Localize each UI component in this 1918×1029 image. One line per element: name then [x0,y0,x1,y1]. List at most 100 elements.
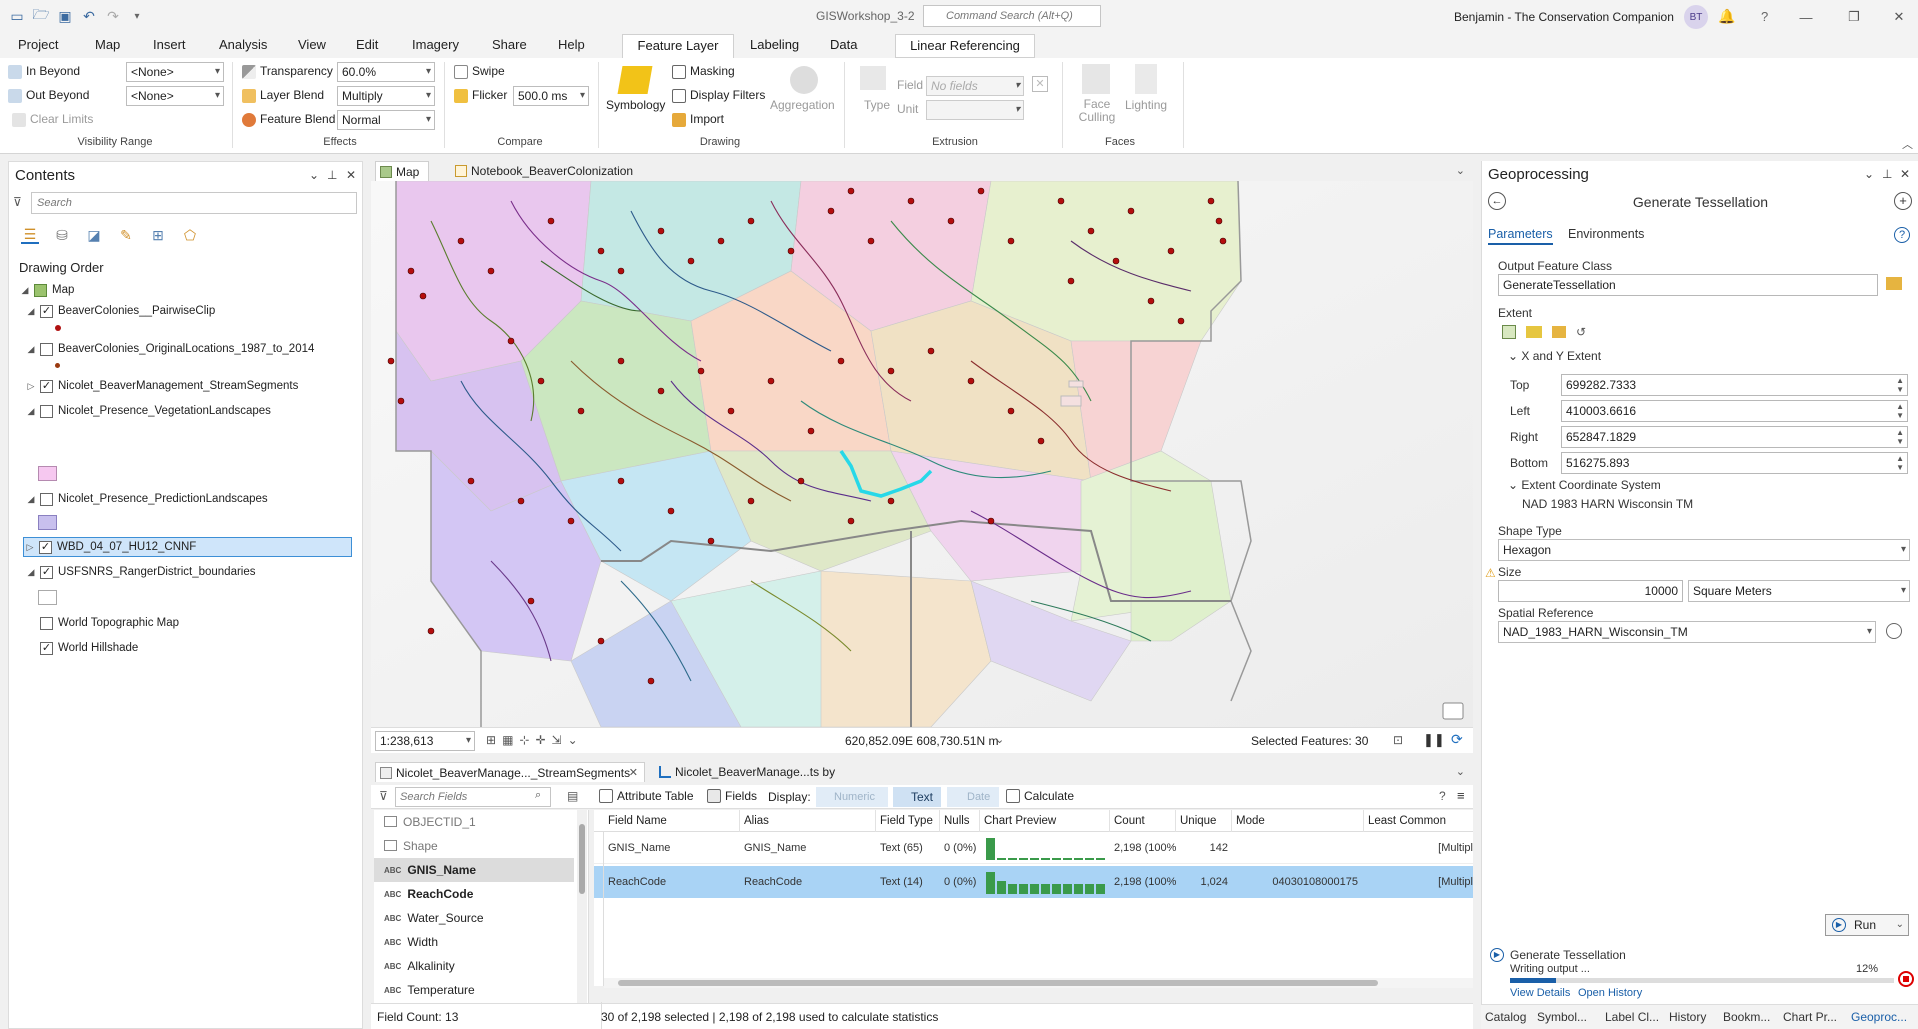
col-header-count[interactable]: Count [1110,810,1176,832]
pin-icon[interactable]: ⊥ [327,168,337,182]
pin-icon[interactable]: ⊥ [1882,167,1892,181]
snap-icon[interactable]: ⊹ [519,733,529,747]
drawing-order-icon[interactable]: ☰ [21,226,39,244]
help-icon[interactable]: ? [1439,789,1446,803]
extrusion-type-button[interactable]: Type [864,98,890,112]
tab-analysis[interactable]: Analysis [213,34,273,58]
new-project-icon[interactable]: ▭ [8,7,26,25]
contents-search-input[interactable]: Search [31,192,357,214]
symbology-button[interactable]: Symbology [606,98,665,112]
date-toggle[interactable]: Date [947,787,999,807]
tab-reachcode-chart[interactable]: Nicolet_BeaverManage...ts by ReachCode [655,762,895,799]
reset-extent-icon[interactable]: ↺ [1576,325,1586,339]
pan-icon[interactable]: ✛ [535,733,545,747]
in-beyond-button[interactable]: In Beyond [8,64,80,79]
extrusion-field-select[interactable]: No fields [926,76,1024,96]
layer-extent-icon[interactable] [1526,326,1542,338]
help-icon[interactable]: ? [1761,9,1768,24]
tab-edit[interactable]: Edit [350,34,384,58]
field-list-item[interactable]: ABC ReachCode [374,882,574,906]
tab-label-class[interactable]: Label Cl... [1605,1010,1659,1024]
tab-data[interactable]: Data [824,34,863,58]
customize-toolbar-icon[interactable]: ▾ [128,7,146,25]
field-list-options-icon[interactable]: ▤ [567,789,578,803]
tab-parameters[interactable]: Parameters [1488,227,1553,245]
toc-basemap[interactable]: ✓ World Hillshade [40,638,138,658]
collapse-icon[interactable]: ◢ [25,567,37,578]
collapse-icon[interactable]: ◢ [25,494,37,505]
tab-overflow-icon[interactable]: ⌄ [1456,765,1465,778]
bottom-input[interactable]: 516275.893 ▲ ▼ [1561,452,1908,474]
field-list-item[interactable]: OBJECTID_1 [374,810,574,834]
tab-geoprocessing[interactable]: Geoproc... [1851,1010,1907,1024]
table-row[interactable]: GNIS_Name GNIS_Name Text (65) 0 (0%) 2,1… [594,832,1473,864]
coordinate-format-icon[interactable]: ⌄ [995,733,1004,746]
spinner-icon[interactable]: ▲ ▼ [1896,376,1904,394]
face-culling-button[interactable]: Face Culling [1072,98,1122,124]
toc-layer[interactable]: ◢ BeaverColonies_OriginalLocations_1987_t… [25,339,314,359]
tab-share[interactable]: Share [486,34,533,58]
numeric-toggle[interactable]: Numeric [816,787,888,807]
field-list-item[interactable]: ABC Water_Source [374,906,574,930]
collapse-icon[interactable]: ◢ [19,285,31,296]
table-row-selected[interactable]: ReachCode ReachCode Text (14) 0 (0%) 2,1… [594,866,1473,898]
close-pane-icon[interactable]: ✕ [346,168,356,182]
layer-checkbox[interactable]: ✓ [40,379,53,393]
search-fields-input[interactable]: Search Fields [395,787,551,807]
toc-layer[interactable]: ◢ ✓ BeaverColonies__PairwiseClip [25,301,215,321]
browse-extent-icon[interactable] [1552,326,1566,338]
snapping-icon[interactable]: ⊞ [149,226,167,244]
col-header-chart-preview[interactable]: Chart Preview [980,810,1110,832]
tab-catalog[interactable]: Catalog [1485,1010,1526,1024]
editing-icon[interactable]: ✎ [117,226,135,244]
grid-horizontal-scrollbar[interactable] [604,978,1473,988]
tab-map[interactable]: Map [89,34,126,58]
menu-icon[interactable]: ≡ [1457,788,1465,803]
feature-blend-select[interactable]: Normal [337,110,435,130]
output-feature-class-input[interactable]: GenerateTessellation [1498,274,1878,296]
left-input[interactable]: 410003.6616 ▲ ▼ [1561,400,1908,422]
tab-chart-properties[interactable]: Chart Pr... [1783,1010,1837,1024]
close-icon[interactable]: ✕ [1888,6,1910,28]
collapse-icon[interactable]: ◢ [25,344,37,355]
selection-icon[interactable]: ◪ [85,226,103,244]
tab-notebook[interactable]: Notebook_BeaverColonization [451,161,651,181]
layer-checkbox[interactable]: ✓ [39,540,52,554]
tab-symbology[interactable]: Symbol... [1537,1010,1587,1024]
extent-cs-section[interactable]: ⌄ Extent Coordinate System [1508,478,1661,492]
out-beyond-select[interactable]: <None> [126,86,224,106]
labeling-icon[interactable]: ⬠ [181,226,199,244]
tab-history[interactable]: History [1669,1010,1706,1024]
toc-layer[interactable]: ◢ Nicolet_Presence_VegetationLandscapes [25,401,271,421]
tab-stream-segments-table[interactable]: Nicolet_BeaverManage..._StreamSegments ✕ [375,762,645,782]
expand-icon[interactable]: ▷ [25,381,37,392]
import-button[interactable]: Import [672,112,724,127]
attribute-table-button[interactable]: Attribute Table [599,789,694,803]
field-list-item[interactable]: ABC Width [374,930,574,954]
close-tab-icon[interactable]: ✕ [629,763,638,783]
size-unit-select[interactable]: Square Meters [1688,580,1910,602]
extrusion-unit-select[interactable] [926,100,1024,120]
layer-checkbox[interactable]: ✓ [40,565,53,579]
tab-labeling[interactable]: Labeling [744,34,805,58]
minimize-icon[interactable]: — [1795,6,1817,28]
field-list-scrollbar[interactable] [577,810,587,1004]
xy-extent-section[interactable]: ⌄ X and Y Extent [1508,349,1601,363]
restore-icon[interactable]: ❐ [1843,6,1865,28]
chevron-down-icon[interactable]: ⌄ [1896,915,1904,935]
layer-checkbox[interactable] [40,342,53,356]
pane-options-icon[interactable]: ⌄ [309,168,319,182]
tab-imagery[interactable]: Imagery [406,34,465,58]
tab-project[interactable]: Project [12,34,64,58]
spinner-icon[interactable]: ▲ ▼ [1896,454,1904,472]
aggregation-button[interactable]: Aggregation [770,98,835,112]
clear-field-icon[interactable]: ✕ [1032,76,1048,92]
tab-feature-layer[interactable]: Feature Layer [622,34,734,58]
col-header-unique[interactable]: Unique [1176,810,1232,832]
layer-blend-select[interactable]: Multiply [337,86,435,106]
field-list-item[interactable]: Shape [374,834,574,858]
calculate-button[interactable]: Calculate [1006,789,1074,803]
nav-dropdown-icon[interactable]: ⌄ [568,733,578,747]
field-list-item[interactable]: ABC GNIS_Name [374,858,574,882]
layer-checkbox[interactable] [40,616,53,630]
